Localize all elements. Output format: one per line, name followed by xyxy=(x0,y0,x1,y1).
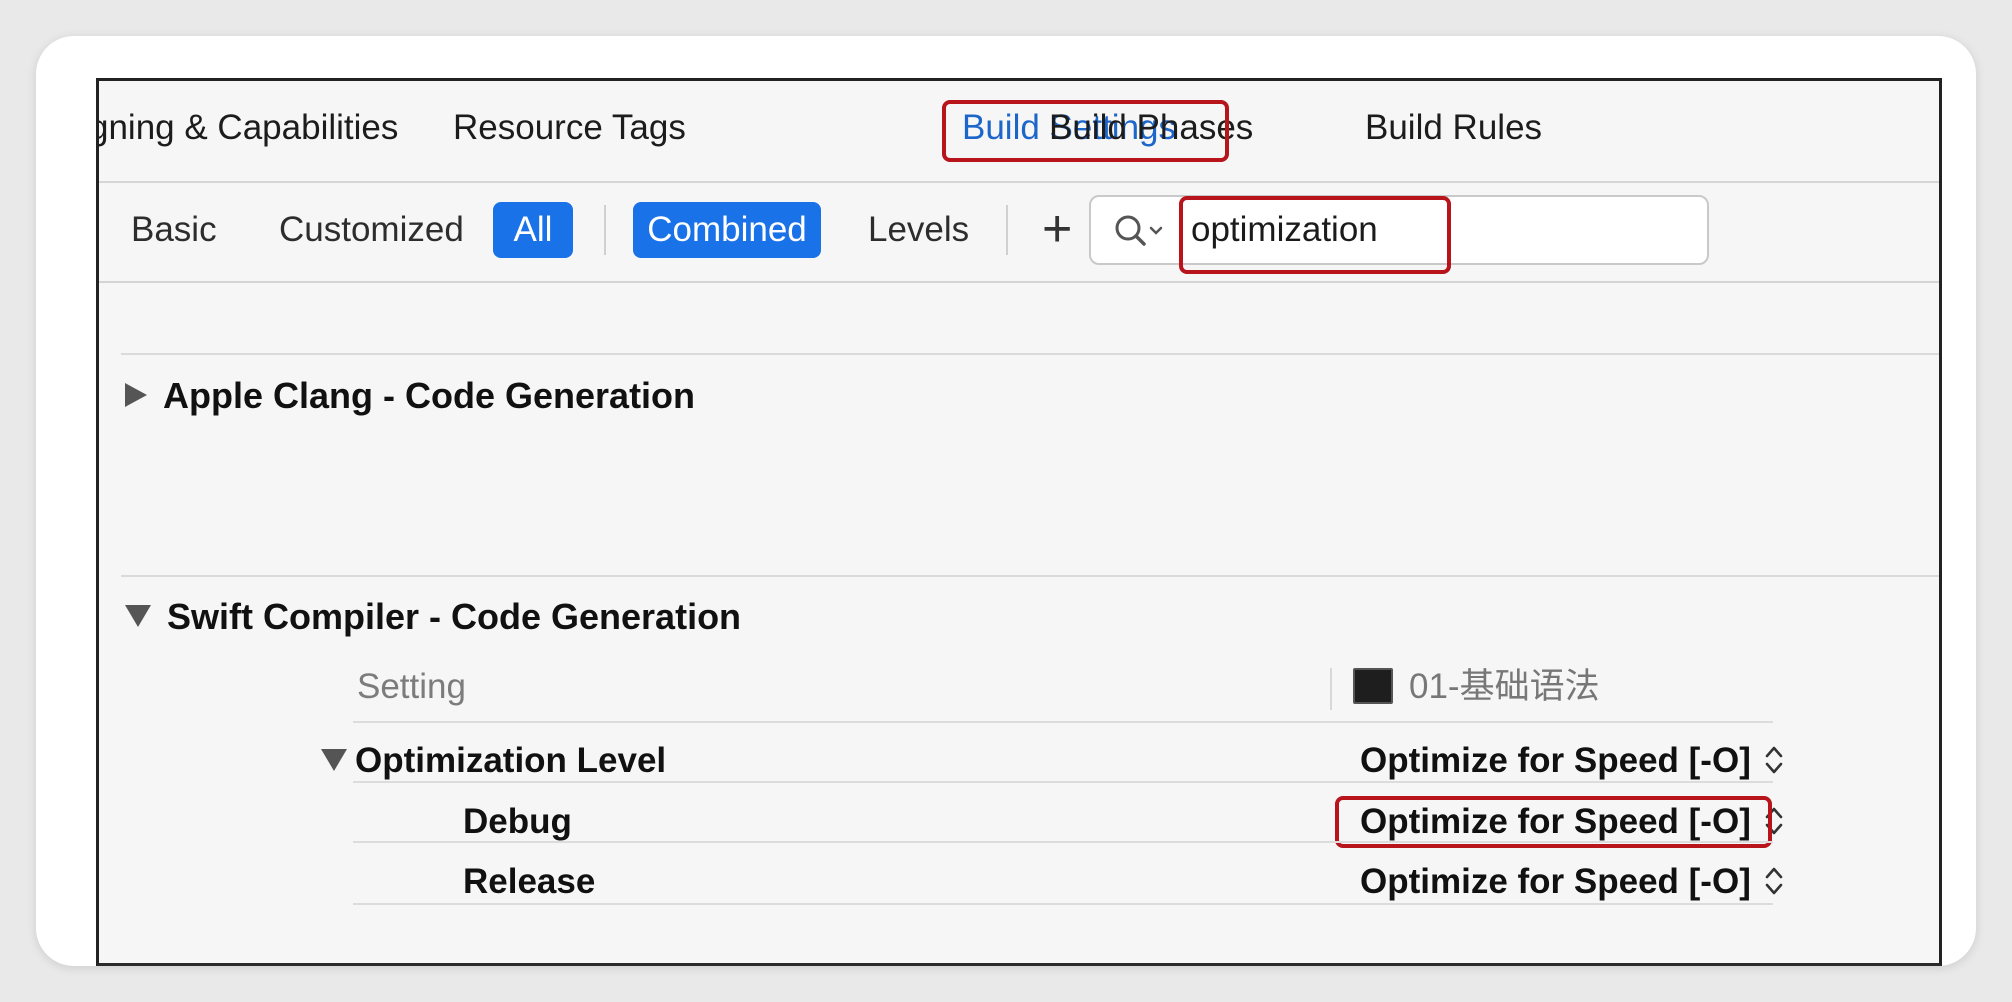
release-value-popup[interactable]: Optimize for Speed [-O] xyxy=(1360,857,1785,907)
settings-filter-bar: Basic Customized All Combined Levels + o… xyxy=(99,183,1939,283)
filter-customized-button[interactable]: Customized xyxy=(279,203,464,257)
section-title: Apple Clang - Code Generation xyxy=(163,375,696,416)
tab-resource-tags[interactable]: Resource Tags xyxy=(453,103,686,153)
search-icon[interactable] xyxy=(1111,211,1171,251)
section-apple-clang-code-generation[interactable]: Apple Clang - Code Generation xyxy=(125,371,695,421)
section-title: Swift Compiler - Code Generation xyxy=(167,596,742,637)
filter-separator xyxy=(1006,205,1008,255)
filter-separator xyxy=(604,205,606,255)
setting-row-release[interactable]: Release xyxy=(463,857,595,907)
add-setting-button[interactable]: + xyxy=(1042,201,1072,257)
filter-all-button[interactable]: All xyxy=(493,202,573,258)
row-divider xyxy=(353,841,1773,843)
target-terminal-icon xyxy=(1353,668,1393,704)
setting-row-debug[interactable]: Debug xyxy=(463,797,572,847)
setting-row-optimization-level[interactable]: Optimization Level xyxy=(321,736,666,786)
filter-basic-button[interactable]: Basic xyxy=(131,203,217,257)
tab-build-rules[interactable]: Build Rules xyxy=(1365,103,1542,153)
section-divider xyxy=(121,353,1939,355)
disclosure-collapsed-icon[interactable] xyxy=(125,383,147,408)
disclosure-expanded-icon[interactable] xyxy=(125,605,151,628)
optimization-level-value-popup[interactable]: Optimize for Speed [-O] xyxy=(1360,736,1785,786)
row-divider xyxy=(353,721,1773,723)
build-settings-highlight-box xyxy=(942,100,1229,162)
column-separator xyxy=(1330,668,1332,710)
section-divider xyxy=(121,575,1939,577)
filter-combined-button[interactable]: Combined xyxy=(633,202,821,258)
search-highlight-box xyxy=(1179,196,1451,274)
setting-column-header: Setting xyxy=(357,667,466,706)
disclosure-expanded-icon[interactable] xyxy=(321,748,347,771)
up-down-chevron-icon xyxy=(1765,867,1783,895)
target-column-header: 01-基础语法 xyxy=(1409,667,1600,706)
setting-value: Optimize for Speed [-O] xyxy=(1360,741,1751,780)
setting-value: Optimize for Speed [-O] xyxy=(1360,862,1751,901)
screenshot-card: gning & Capabilities Resource Tags Build… xyxy=(36,36,1976,966)
build-settings-panel: gning & Capabilities Resource Tags Build… xyxy=(96,78,1942,966)
row-divider xyxy=(353,903,1773,905)
section-swift-compiler-code-generation[interactable]: Swift Compiler - Code Generation xyxy=(125,592,741,642)
tab-signing-capabilities[interactable]: gning & Capabilities xyxy=(99,103,398,153)
filter-levels-button[interactable]: Levels xyxy=(868,203,969,257)
up-down-chevron-icon xyxy=(1765,746,1783,774)
row-divider xyxy=(353,781,1773,783)
setting-name: Optimization Level xyxy=(355,741,667,780)
